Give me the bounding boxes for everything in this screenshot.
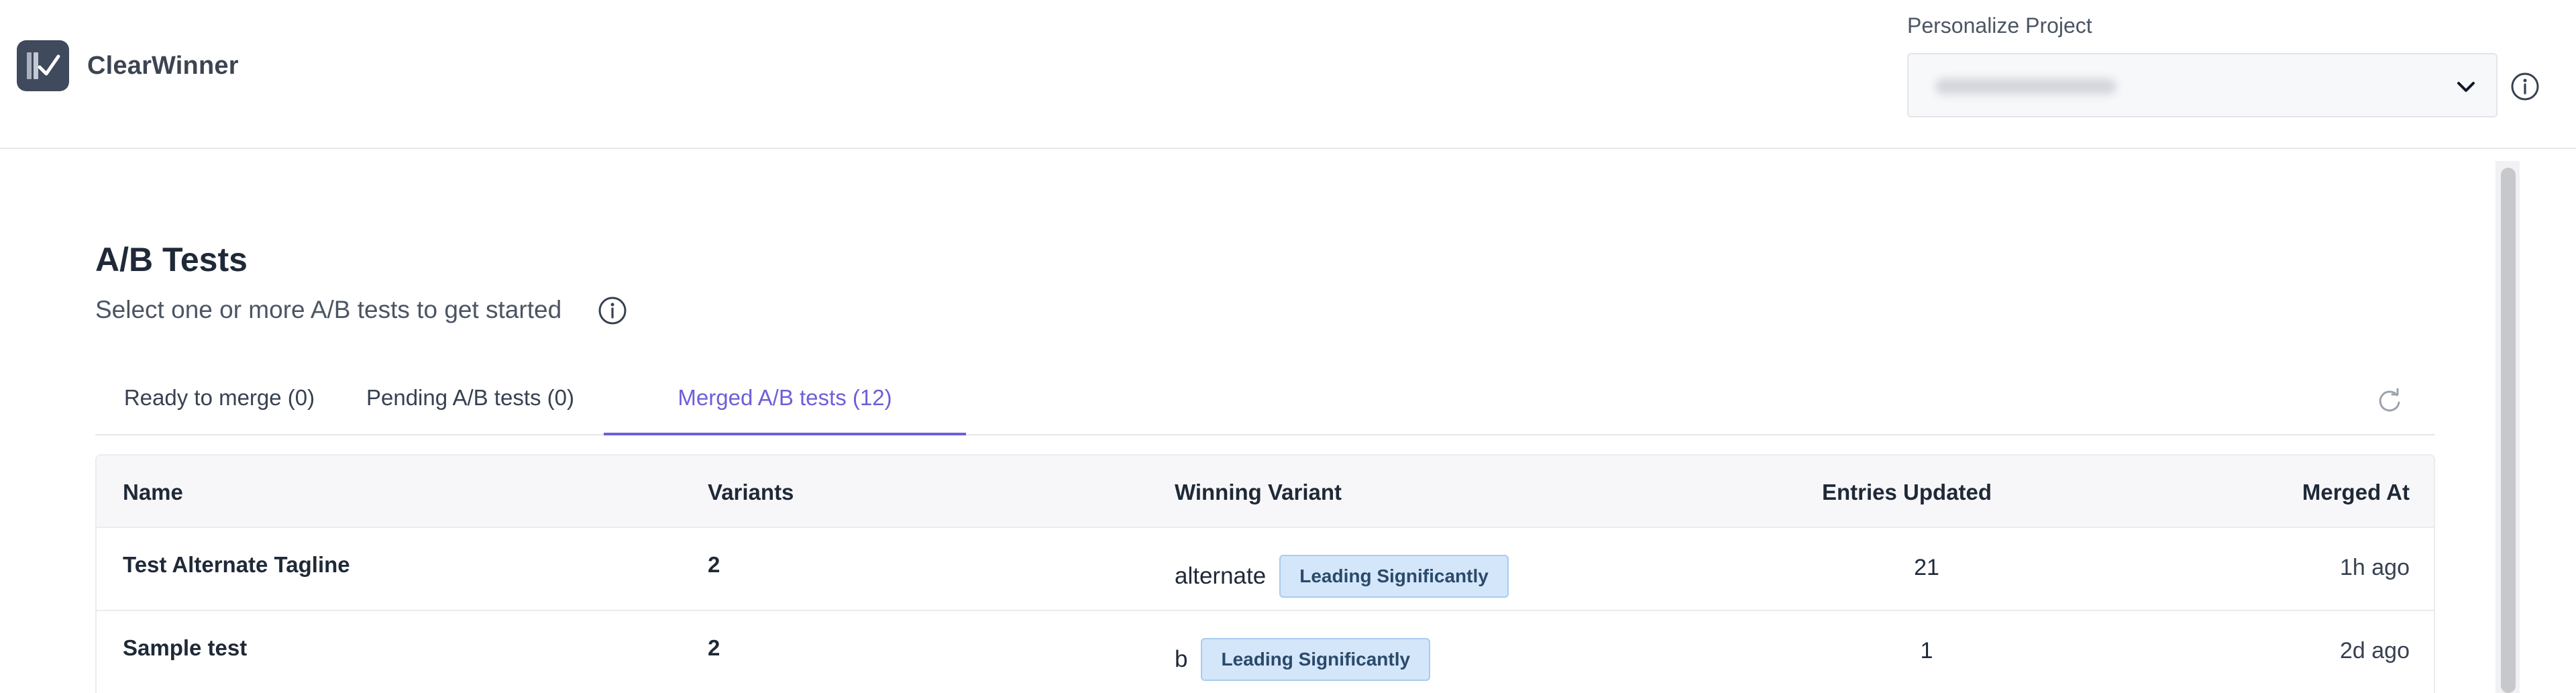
chevron-down-icon <box>2455 76 2477 102</box>
column-header-name: Name <box>123 480 183 504</box>
row-merged-at: 1h ago <box>2340 555 2410 580</box>
project-select[interactable] <box>1907 53 2498 117</box>
row-name: Test Alternate Tagline <box>123 552 350 577</box>
page-subtitle: Select one or more A/B tests to get star… <box>95 296 562 323</box>
row-merged-at: 2d ago <box>2340 638 2410 663</box>
table-row[interactable]: Test Alternate Tagline 2 alternate Leadi… <box>97 528 2434 611</box>
info-icon[interactable] <box>2510 71 2540 105</box>
status-badge: Leading Significantly <box>1279 555 1509 598</box>
tab-bar: Ready to merge (0) Pending A/B tests (0)… <box>95 379 2435 435</box>
ab-tests-table: Name Variants Winning Variant Entries Up… <box>95 454 2435 693</box>
info-icon[interactable] <box>597 295 628 329</box>
row-winning-variant: b Leading Significantly <box>1175 638 1431 681</box>
column-header-variants: Variants <box>708 480 794 504</box>
page-title: A/B Tests <box>95 241 248 278</box>
project-select-value <box>1935 78 2116 95</box>
project-selector-label: Personalize Project <box>1907 13 2092 38</box>
tab-ready-to-merge[interactable]: Ready to merge (0) <box>95 379 343 435</box>
status-badge: Leading Significantly <box>1201 638 1431 681</box>
table-row[interactable]: Sample test 2 b Leading Significantly 1 … <box>97 611 2434 693</box>
winning-variant-name: b <box>1175 646 1188 672</box>
tab-merged-ab-tests[interactable]: Merged A/B tests (12) <box>604 379 966 435</box>
app-header: ClearWinner Personalize Project <box>0 0 2576 149</box>
clearwinner-logo-icon <box>17 40 69 91</box>
row-variants: 2 <box>708 635 720 660</box>
row-winning-variant: alternate Leading Significantly <box>1175 555 1509 598</box>
app-name: ClearWinner <box>87 52 239 80</box>
row-variants: 2 <box>708 552 720 577</box>
column-header-entries-updated: Entries Updated <box>1822 480 1992 504</box>
refresh-icon[interactable] <box>2375 386 2404 419</box>
column-header-merged-at: Merged At <box>2302 480 2410 504</box>
row-entries-updated: 21 <box>1914 555 1939 580</box>
table-header: Name Variants Winning Variant Entries Up… <box>97 456 2434 528</box>
winning-variant-name: alternate <box>1175 563 1267 589</box>
row-entries-updated: 1 <box>1920 638 1933 663</box>
row-name: Sample test <box>123 635 248 660</box>
tab-pending-ab-tests[interactable]: Pending A/B tests (0) <box>343 379 597 435</box>
column-header-winning-variant: Winning Variant <box>1175 480 1342 504</box>
scrollbar-thumb[interactable] <box>2501 168 2516 693</box>
